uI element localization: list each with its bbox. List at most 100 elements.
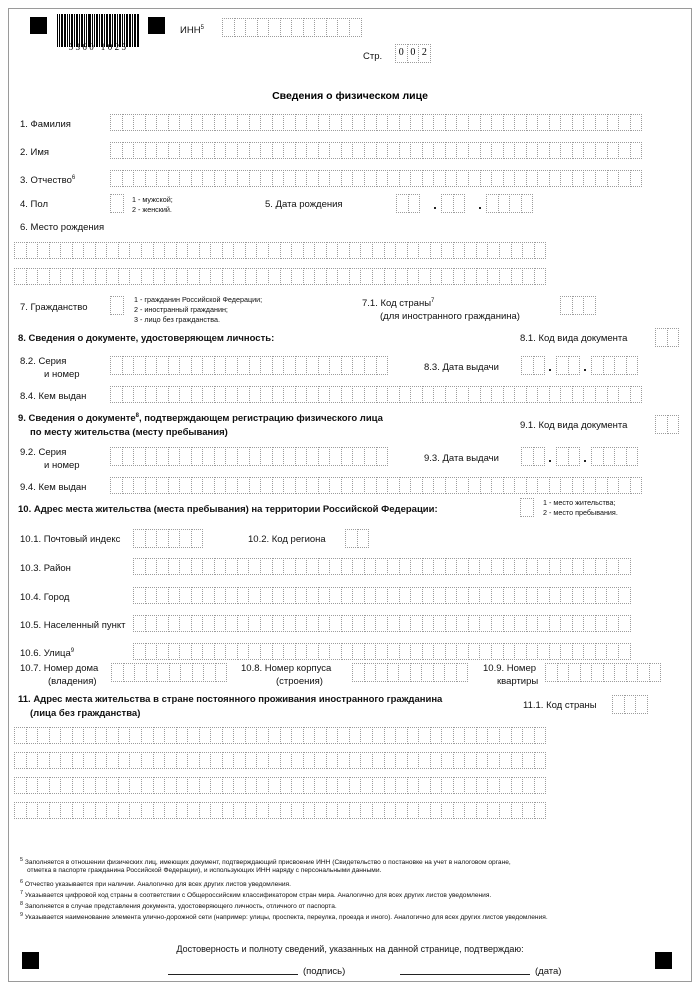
label-surname: 1. Фамилия <box>20 119 71 130</box>
inn-label: ИНН5 <box>180 25 204 37</box>
cell[interactable] <box>617 643 631 660</box>
label-building-number: 10.8. Номер корпуса <box>241 663 332 674</box>
surname-input[interactable] <box>110 114 643 131</box>
cell[interactable] <box>349 18 362 37</box>
region-code-input[interactable] <box>345 529 370 548</box>
country-code-input[interactable] <box>560 296 596 315</box>
alignment-mark-top-left <box>30 17 47 34</box>
cell[interactable] <box>520 194 534 213</box>
firstname-input[interactable] <box>110 142 643 159</box>
patronymic-footnote-marker: 6 <box>71 175 76 181</box>
page-number-input[interactable]: 002 <box>395 44 431 63</box>
cell[interactable] <box>629 386 643 403</box>
cell[interactable] <box>190 529 204 548</box>
residence-type-input[interactable] <box>520 498 534 517</box>
foreign-address-line2-input[interactable] <box>14 752 547 769</box>
cell[interactable] <box>214 663 228 682</box>
apartment-number-input[interactable] <box>545 663 662 682</box>
birthplace-line2-input[interactable] <box>14 268 547 285</box>
footnote-marker: 6 <box>20 879 23 885</box>
foreign-address-line3-input[interactable] <box>14 777 547 794</box>
reg-doc-type-code-input[interactable] <box>655 415 680 434</box>
street-footnote-marker: 9 <box>70 648 75 654</box>
patronymic-input[interactable] <box>110 170 643 187</box>
doc-date-separator-2 <box>584 369 586 371</box>
reg-date-separator-1 <box>549 460 551 462</box>
reg-issue-month-input[interactable] <box>556 447 581 466</box>
cell[interactable] <box>533 777 547 794</box>
cell[interactable] <box>635 695 648 714</box>
cell[interactable] <box>375 356 389 375</box>
cell[interactable] <box>375 447 389 466</box>
cell[interactable] <box>625 447 639 466</box>
house-number-input[interactable] <box>111 663 228 682</box>
city-input[interactable] <box>133 587 631 604</box>
label-building-number-2: (строения) <box>276 676 323 687</box>
citizenship-input[interactable] <box>110 296 124 315</box>
cell[interactable] <box>648 663 662 682</box>
birthdate-year-input[interactable] <box>486 194 534 213</box>
foreign-address-line1-input[interactable] <box>14 727 547 744</box>
cell[interactable] <box>629 114 643 131</box>
citizenship-option-2: 2 - иностранный гражданин; <box>134 305 228 314</box>
label-firstname: 2. Имя <box>20 147 50 158</box>
cell[interactable] <box>629 142 643 159</box>
postal-index-input[interactable] <box>133 529 204 548</box>
label-postal-index: 10.1. Почтовый индекс <box>20 534 121 545</box>
birthdate-day-input[interactable] <box>396 194 421 213</box>
cell[interactable] <box>666 328 680 347</box>
cell[interactable] <box>532 356 546 375</box>
cell[interactable] <box>532 447 546 466</box>
doc-issue-day-input[interactable] <box>521 356 546 375</box>
reg-issue-year-input[interactable] <box>591 447 639 466</box>
cell[interactable]: 2 <box>418 44 431 63</box>
footnote-marker: 8 <box>20 901 23 907</box>
cell[interactable] <box>533 268 547 285</box>
birthplace-line1-input[interactable] <box>14 242 547 259</box>
cell[interactable] <box>567 356 581 375</box>
doc-issuer-input[interactable] <box>110 386 643 403</box>
birthdate-month-input[interactable] <box>441 194 466 213</box>
cell[interactable] <box>452 194 466 213</box>
settlement-input[interactable] <box>133 615 631 632</box>
foreign-address-line4-input[interactable] <box>14 802 547 819</box>
cell[interactable] <box>583 296 596 315</box>
building-number-input[interactable] <box>352 663 469 682</box>
cell[interactable] <box>629 477 643 494</box>
cell[interactable] <box>533 802 547 819</box>
district-input[interactable] <box>133 558 631 575</box>
cell[interactable] <box>617 615 631 632</box>
label-doc-series: 8.2. Серия <box>20 356 67 367</box>
doc-type-code-input[interactable] <box>655 328 680 347</box>
label-apartment-number: 10.9. Номер <box>483 663 537 674</box>
cell[interactable] <box>533 752 547 769</box>
reg-series-number-input[interactable] <box>110 447 389 466</box>
doc-issue-month-input[interactable] <box>556 356 581 375</box>
cell[interactable] <box>617 587 631 604</box>
doc-series-number-input[interactable] <box>110 356 389 375</box>
foreign-country-code-input[interactable] <box>612 695 648 714</box>
cell[interactable] <box>567 447 581 466</box>
label-street: 10.6. Улица9 <box>20 648 75 660</box>
label-country-code: 7.1. Код страны7 <box>362 298 435 310</box>
cell[interactable] <box>533 727 547 744</box>
cell[interactable] <box>666 415 680 434</box>
cell[interactable] <box>407 194 421 213</box>
cell[interactable] <box>356 529 370 548</box>
street-input[interactable] <box>133 643 631 660</box>
inn-input[interactable] <box>222 18 362 37</box>
gender-input[interactable] <box>110 194 124 213</box>
birthdate-separator-1 <box>434 207 436 209</box>
reg-issue-day-input[interactable] <box>521 447 546 466</box>
cell[interactable] <box>625 356 639 375</box>
cell[interactable] <box>533 242 547 259</box>
label-doc-issuer: 8.4. Кем выдан <box>20 391 87 402</box>
cell[interactable] <box>617 558 631 575</box>
label-district: 10.3. Район <box>20 563 71 574</box>
doc-issue-year-input[interactable] <box>591 356 639 375</box>
cell[interactable] <box>455 663 469 682</box>
country-code-footnote-marker: 7 <box>431 298 435 304</box>
reg-issuer-input[interactable] <box>110 477 643 494</box>
cell[interactable] <box>629 170 643 187</box>
label-gender: 4. Пол <box>20 199 49 210</box>
